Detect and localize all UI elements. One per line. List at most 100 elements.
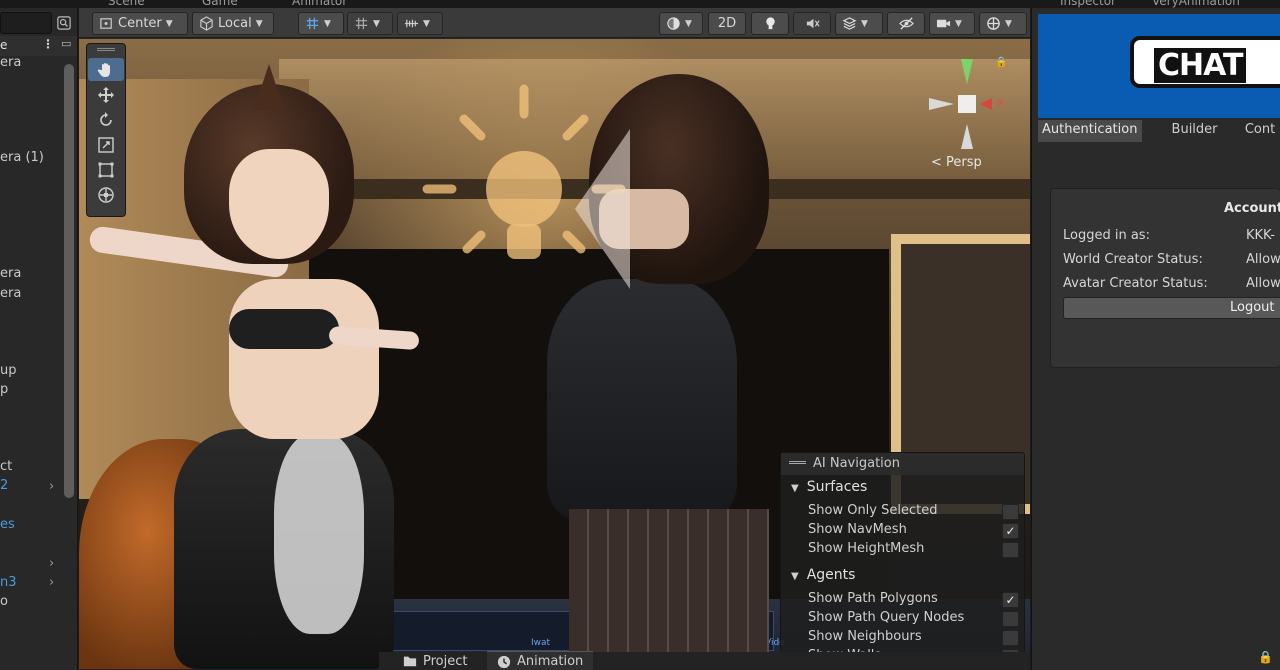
logged-in-row: Logged in as: KKK-	[1063, 228, 1275, 243]
rect-transform-icon	[98, 162, 114, 177]
inspector-panel: VR CHAT Authentication Builder Cont Acco…	[1031, 8, 1280, 670]
scene-toolbar: Center ▼ Local ▼ ▼ ▼ ▼ ▼ 2D ▼ ▼ ▼	[79, 8, 1030, 38]
camera-settings-dropdown[interactable]: ▼	[929, 12, 975, 35]
hierarchy-item[interactable]: era	[0, 55, 21, 70]
kebab-menu-icon[interactable]: ⋮	[42, 37, 54, 51]
hierarchy-item[interactable]: era	[0, 266, 21, 281]
tab-content[interactable]: Cont	[1242, 120, 1280, 142]
search-icon[interactable]	[54, 12, 74, 34]
effects-dropdown[interactable]: ▼	[835, 12, 883, 35]
rect-tool-button[interactable]	[88, 158, 124, 181]
caret-down-icon: ▼	[423, 18, 430, 29]
toggle-2d-button[interactable]: 2D	[708, 12, 746, 35]
hand-tool-button[interactable]	[88, 58, 124, 81]
pivot-center-dropdown[interactable]: Center ▼	[92, 12, 188, 35]
world-creator-row: World Creator Status: Allow	[1063, 252, 1280, 267]
account-panel: Account Logged in as: KKK- World Creator…	[1050, 188, 1280, 368]
hierarchy-item[interactable]: es	[0, 517, 15, 532]
hierarchy-item[interactable]: o	[0, 594, 8, 609]
caret-down-icon: ▼	[955, 18, 962, 29]
surfaces-foldout[interactable]: ▼ Surfaces	[791, 479, 867, 495]
expand-arrow-icon[interactable]: ›	[49, 556, 54, 571]
transform-tool-button[interactable]	[88, 183, 124, 206]
pivot-space-dropdown[interactable]: Local ▼	[192, 12, 274, 35]
tab-project[interactable]: Project	[393, 651, 477, 670]
lock-icon[interactable]: 🔒	[995, 57, 1007, 68]
show-path-query-nodes-checkbox[interactable]	[1002, 611, 1019, 627]
caret-down-icon: ▼	[861, 18, 868, 29]
caret-down-icon: ▼	[373, 18, 380, 29]
agents-foldout[interactable]: ▼ Agents	[791, 567, 855, 583]
cube-icon	[200, 16, 213, 31]
caret-down-icon: ▼	[255, 18, 263, 29]
show-heightmesh-checkbox[interactable]	[1002, 542, 1019, 558]
tab-inspector[interactable]: Inspector	[1060, 0, 1116, 8]
ruler-icon	[404, 19, 419, 28]
scene-viewport[interactable]: Iwat Vide x 🔒 < Persp AI Navigation ▼ Su…	[79, 39, 1030, 670]
projection-toggle[interactable]: < Persp	[931, 155, 982, 170]
tab-animator[interactable]: Animator	[292, 0, 347, 8]
grid-icon	[355, 17, 368, 30]
rotate-tool-button[interactable]	[88, 108, 124, 131]
row-label: Logged in as:	[1063, 228, 1150, 243]
hierarchy-item[interactable]: up	[0, 363, 17, 378]
tab-label: Animation	[517, 654, 584, 669]
scene-visibility-button[interactable]	[887, 12, 925, 35]
scale-tool-button[interactable]	[88, 133, 124, 156]
orientation-gizmo[interactable]	[917, 54, 1017, 164]
hierarchy-scrollbar[interactable]	[64, 64, 74, 498]
lighting-toggle-button[interactable]	[751, 12, 789, 35]
sdk-tabs: Authentication Builder Cont	[1038, 120, 1280, 142]
show-neighbours-checkbox[interactable]	[1002, 630, 1019, 646]
hierarchy-item[interactable]: 2	[0, 478, 8, 493]
tab-builder[interactable]: Builder	[1142, 120, 1242, 142]
hierarchy-header: e ⋮ ▭	[0, 36, 77, 56]
option-label: Show HeightMesh	[808, 541, 925, 556]
caret-down-icon: ▼	[1005, 18, 1012, 29]
draw-mode-dropdown[interactable]: ▼	[659, 12, 703, 35]
row-value: KKK-	[1246, 228, 1275, 243]
light-bulb-icon	[765, 17, 775, 30]
show-path-polygons-checkbox[interactable]: ✓	[1002, 592, 1019, 608]
tab-authentication[interactable]: Authentication	[1038, 120, 1142, 142]
tool-palette	[86, 43, 126, 217]
expand-arrow-icon[interactable]: ›	[49, 479, 54, 494]
lock-icon[interactable]: 🔒	[1258, 650, 1273, 664]
section-label: Surfaces	[806, 479, 868, 495]
hand-icon	[97, 62, 110, 77]
overlay-title: AI Navigation	[813, 456, 900, 471]
hierarchy-item[interactable]: p	[0, 382, 8, 397]
grip-icon[interactable]	[97, 48, 115, 51]
tab-veryanimation[interactable]: VeryAnimation	[1152, 0, 1240, 8]
row-label: Avatar Creator Status:	[1063, 276, 1208, 291]
foldout-arrow-icon: ▼	[791, 571, 799, 582]
tab-game[interactable]: Game	[202, 0, 238, 8]
vrchat-banner: VR CHAT	[1038, 14, 1280, 118]
caret-down-icon: ▼	[685, 18, 692, 29]
hierarchy-search-input[interactable]	[0, 12, 52, 34]
grip-icon[interactable]	[789, 461, 806, 464]
pivot-icon	[100, 18, 112, 29]
option-label: Show Path Polygons	[808, 591, 938, 606]
hierarchy-item[interactable]: n3	[0, 575, 17, 590]
tab-animation[interactable]: Animation	[487, 651, 594, 670]
grid-visibility-button[interactable]: ▼	[347, 12, 393, 35]
audio-toggle-button[interactable]	[793, 12, 831, 35]
hierarchy-item[interactable]: ct	[0, 459, 12, 474]
foldout-arrow-icon: ▼	[791, 483, 799, 494]
logout-button[interactable]: Logout	[1063, 297, 1280, 319]
tab-scene[interactable]: Scene	[108, 0, 145, 8]
window-icon[interactable]: ▭	[61, 37, 71, 50]
audio-source-gizmo-icon[interactable]	[575, 129, 635, 289]
show-only-selected-checkbox[interactable]	[1002, 504, 1019, 520]
hierarchy-item[interactable]: era	[0, 286, 21, 301]
gizmos-dropdown[interactable]: ▼	[979, 12, 1027, 35]
increment-snap-button[interactable]: ▼	[397, 12, 443, 35]
show-navmesh-checkbox[interactable]: ✓	[1002, 523, 1019, 539]
grid-snap-button[interactable]: ▼	[298, 12, 344, 35]
move-tool-button[interactable]	[88, 83, 124, 106]
expand-arrow-icon[interactable]: ›	[49, 575, 54, 590]
hierarchy-item[interactable]: era (1)	[0, 150, 44, 165]
account-heading: Account	[1224, 201, 1280, 216]
overlay-title-bar[interactable]: AI Navigation	[781, 453, 1024, 475]
